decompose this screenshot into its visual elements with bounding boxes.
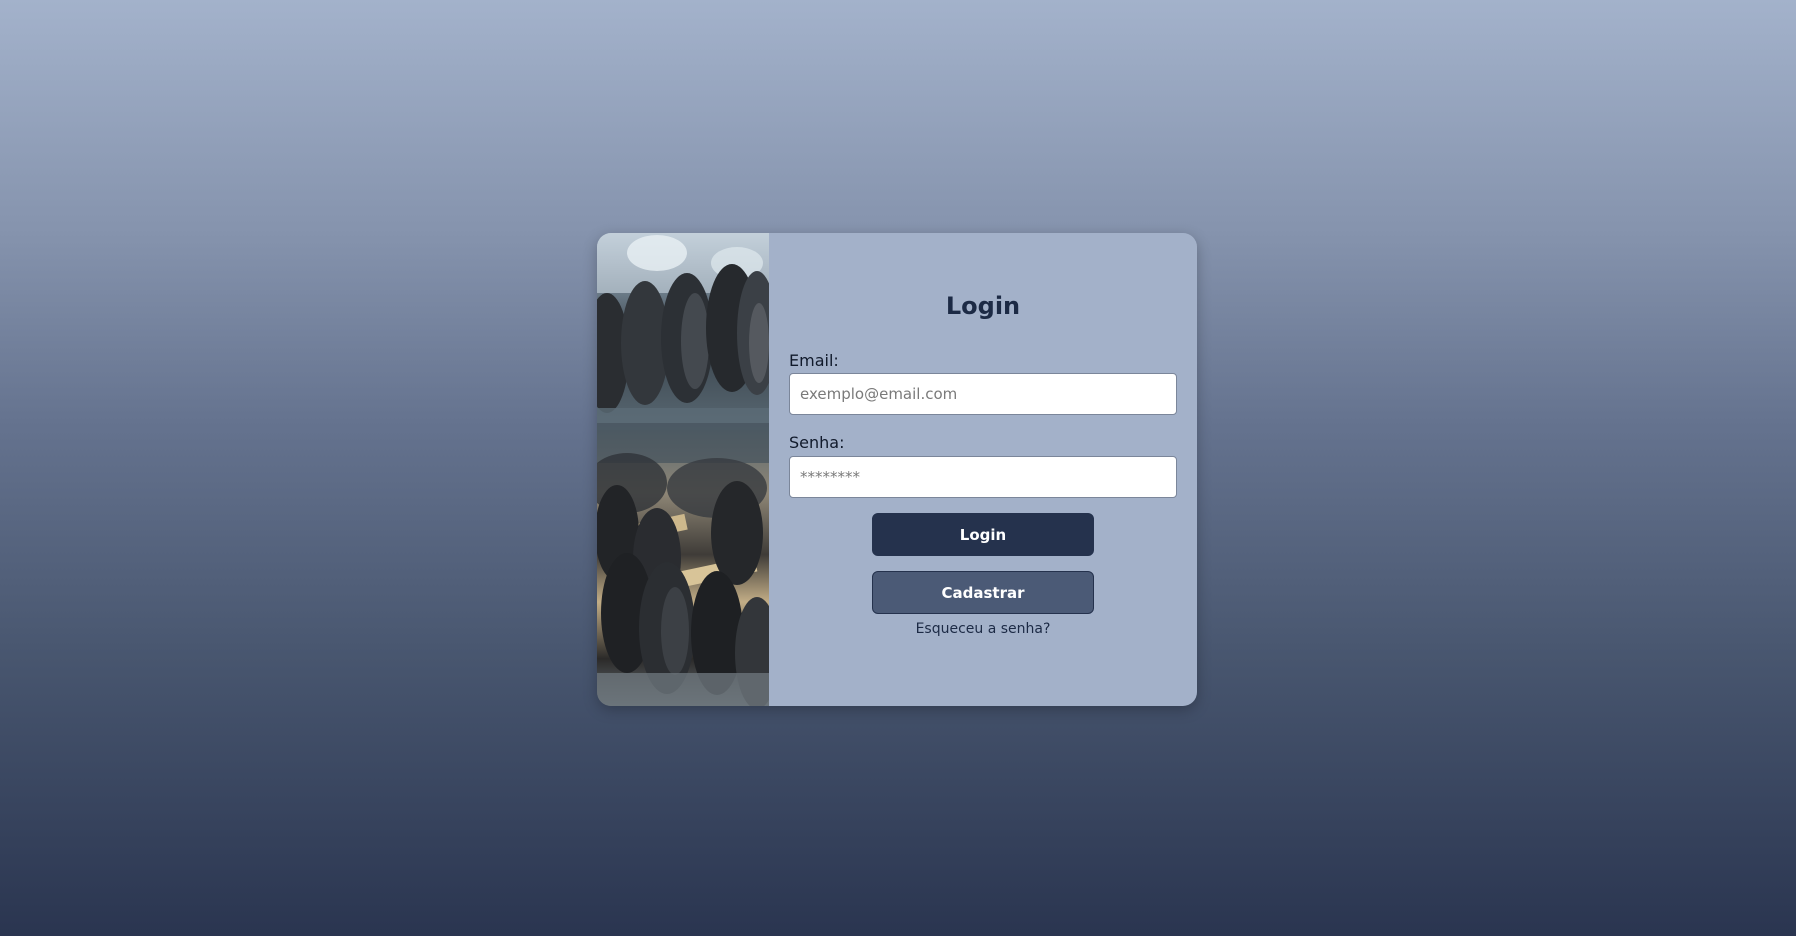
password-label: Senha: [789,433,845,452]
email-label: Email: [789,351,839,370]
forgot-password-link[interactable]: Esqueceu a senha? [769,621,1197,637]
register-button[interactable]: Cadastrar [872,571,1094,614]
login-title: Login [945,292,1021,320]
gym-photo [597,233,769,706]
email-input[interactable] [789,373,1177,415]
login-button[interactable]: Login [872,513,1094,556]
login-form: Login Email: Senha: Login Cadastrar Esqu… [769,233,1197,706]
password-input[interactable] [789,456,1177,498]
login-card: Login Email: Senha: Login Cadastrar Esqu… [597,233,1197,706]
dumbbells-illustration [597,233,769,706]
